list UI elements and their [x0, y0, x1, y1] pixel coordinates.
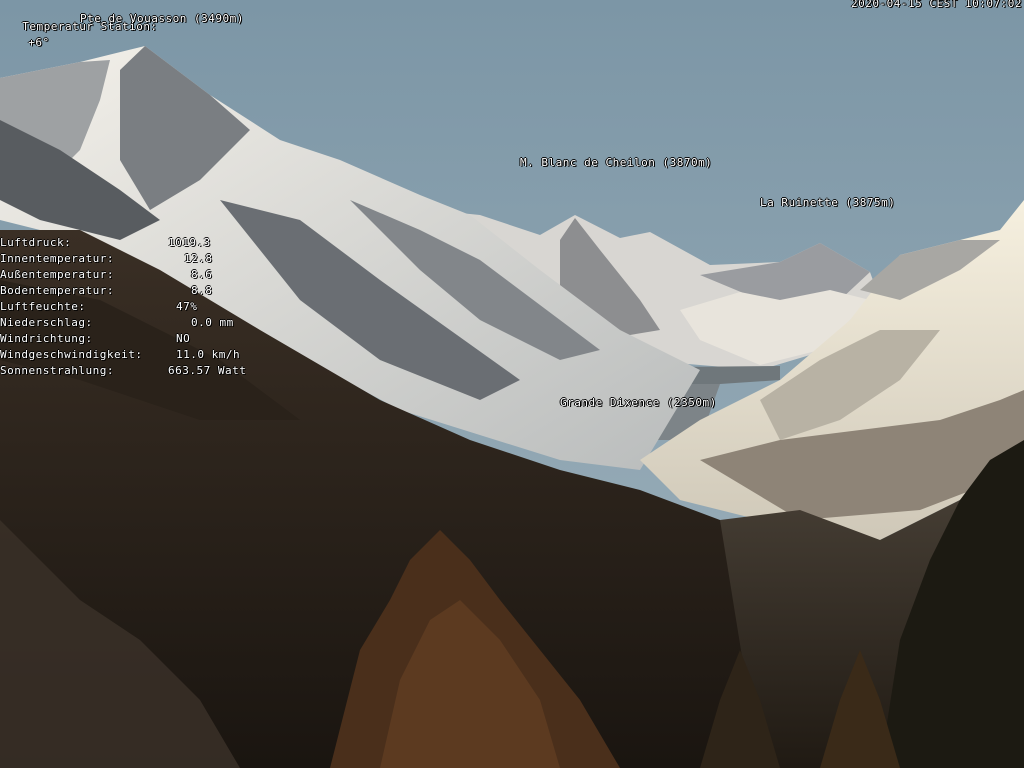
weather-value: 12.8 — [184, 252, 213, 265]
peak-label-grande-dixence: Grande Dixence (2350m) — [560, 396, 717, 409]
weather-label: Außentemperatur: — [0, 268, 114, 281]
timestamp: 2020-04-15 CEST 10:07:02 — [851, 0, 1022, 10]
weather-value: NO — [176, 332, 191, 345]
weather-value: 1019.3 — [168, 236, 211, 249]
weather-value: 47% — [176, 300, 198, 313]
weather-label: Windrichtung: — [0, 332, 93, 345]
webcam-mountain-image — [0, 0, 1024, 768]
weather-label: Windgeschwindigkeit: — [0, 348, 143, 361]
peak-label-pte-de-vouasson: Pte de Vouasson (3490m) — [80, 12, 244, 25]
weather-label: Luftfeuchte: — [0, 300, 86, 313]
weather-label: Niederschlag: — [0, 316, 93, 329]
weather-value: 11.0 km/h — [176, 348, 241, 361]
weather-label: Sonnenstrahlung: — [0, 364, 114, 377]
weather-value: 8.6 — [191, 268, 213, 281]
weather-value: 8.8 — [191, 284, 213, 297]
weather-value: 0.0 mm — [191, 316, 234, 329]
weather-label: Innentemperatur: — [0, 252, 114, 265]
weather-label: Luftdruck: — [0, 236, 72, 249]
peak-label-m-blanc-de-cheilon: M. Blanc de Cheilon (3870m) — [520, 156, 713, 169]
weather-label: Bodentemperatur: — [0, 284, 114, 297]
peak-label-la-ruinette: La Ruinette (3875m) — [760, 196, 896, 209]
weather-row: Sonnenstrahlung: 663.57 Watt — [0, 363, 246, 427]
weather-value: 663.57 Watt — [168, 364, 247, 377]
station-temp: +6° — [28, 36, 50, 49]
